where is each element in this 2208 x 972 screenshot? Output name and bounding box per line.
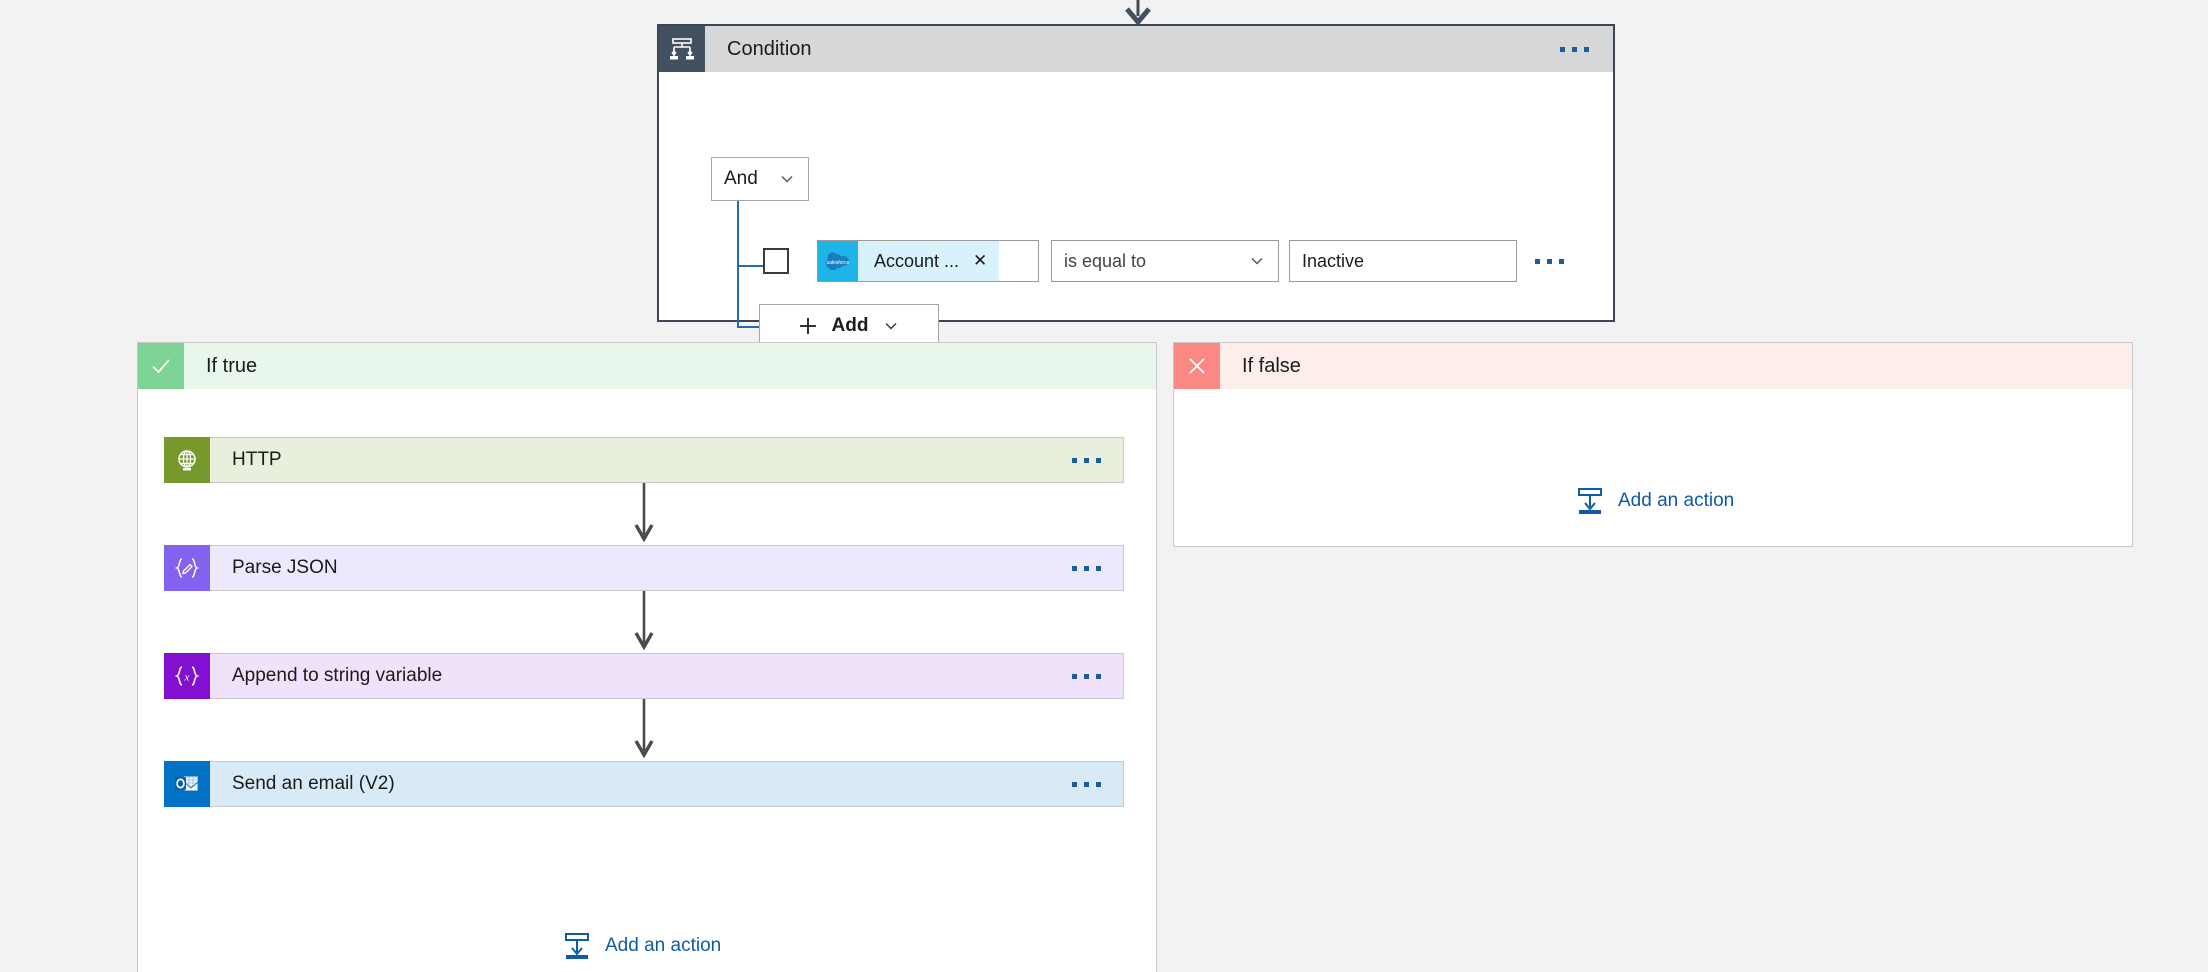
connector-parse-to-append: [164, 591, 1124, 653]
globe-icon: [164, 437, 210, 483]
outlook-icon: [164, 761, 210, 807]
action-menu-append-string[interactable]: [1072, 673, 1101, 679]
action-card-http[interactable]: HTTP: [164, 437, 1124, 483]
salesforce-icon: salesforce: [818, 241, 858, 281]
add-action-label-if-false: Add an action: [1618, 490, 1735, 511]
condition-title: Condition: [727, 37, 812, 60]
dynamic-content-token[interactable]: salesforce Account ... ✕: [818, 241, 1000, 281]
condition-left-operand-field[interactable]: salesforce Account ... ✕: [817, 240, 1039, 282]
branch-if-false-header: If false: [1174, 343, 2132, 389]
action-card-send-email[interactable]: Send an email (V2): [164, 761, 1124, 807]
condition-row: salesforce Account ... ✕ is equal to Ina…: [763, 240, 1564, 282]
action-menu-http[interactable]: [1072, 457, 1101, 463]
add-condition-label: Add: [831, 315, 869, 336]
add-action-label-if-true: Add an action: [605, 935, 722, 956]
condition-row-menu-button[interactable]: [1535, 258, 1564, 264]
action-title-append-string: Append to string variable: [232, 665, 443, 686]
action-title-parse-json: Parse JSON: [232, 557, 338, 578]
condition-operator-value: is equal to: [1064, 250, 1147, 271]
tree-connector-vertical: [737, 201, 739, 327]
plus-icon: [799, 318, 816, 334]
cross-icon: [1174, 343, 1220, 389]
token-remove-icon[interactable]: ✕: [973, 251, 987, 271]
connector-append-to-email: [164, 699, 1124, 761]
connector-http-to-parse: [164, 483, 1124, 545]
tree-connector-add: [737, 326, 759, 328]
action-title-send-email: Send an email (V2): [232, 773, 395, 794]
condition-value-input[interactable]: Inactive: [1289, 240, 1517, 282]
token-label: Account ...: [874, 250, 960, 271]
incoming-connector-arrow: [1125, 0, 1151, 26]
add-action-button-if-false[interactable]: Add an action: [1576, 486, 1734, 516]
action-menu-send-email[interactable]: [1072, 781, 1101, 787]
svg-text:x: x: [184, 672, 190, 684]
braces-x-icon: x: [164, 653, 210, 699]
condition-value-text: Inactive: [1302, 250, 1365, 271]
logic-operator-value: And: [724, 168, 758, 189]
chevron-down-icon: [885, 322, 897, 330]
branch-if-true-header: If true: [138, 343, 1156, 389]
condition-operator-select[interactable]: is equal to: [1051, 240, 1279, 282]
branch-if-true-actions: HTTP Parse JSON x Append to string varia…: [138, 389, 1156, 807]
action-title-http: HTTP: [232, 449, 282, 470]
branch-if-false-label: If false: [1242, 354, 1301, 377]
condition-card[interactable]: Condition And salesforce Account ... ✕ i…: [657, 24, 1615, 348]
chevron-down-icon: [781, 175, 793, 183]
condition-body: And salesforce Account ... ✕ is equal to…: [659, 72, 1613, 348]
branch-if-true: If true HTTP Parse JSON x Append to stri…: [137, 342, 1157, 972]
svg-text:salesforce: salesforce: [827, 260, 850, 266]
chevron-down-icon: [1251, 257, 1263, 265]
branch-if-false: If false: [1173, 342, 2133, 547]
action-menu-parse-json[interactable]: [1072, 565, 1101, 571]
condition-icon: [659, 26, 705, 72]
tree-connector-row: [737, 265, 763, 267]
check-icon: [138, 343, 184, 389]
braces-pencil-icon: [164, 545, 210, 591]
logic-operator-select[interactable]: And: [711, 157, 809, 201]
add-action-icon: [565, 933, 589, 959]
action-card-parse-json[interactable]: Parse JSON: [164, 545, 1124, 591]
condition-menu-button[interactable]: [1560, 46, 1589, 52]
condition-row-checkbox[interactable]: [763, 248, 789, 274]
add-action-button-if-true[interactable]: Add an action: [563, 931, 721, 961]
branch-if-true-label: If true: [206, 354, 258, 377]
action-card-append-string[interactable]: x Append to string variable: [164, 653, 1124, 699]
add-action-icon: [1578, 488, 1602, 514]
condition-header: Condition: [659, 26, 1613, 72]
